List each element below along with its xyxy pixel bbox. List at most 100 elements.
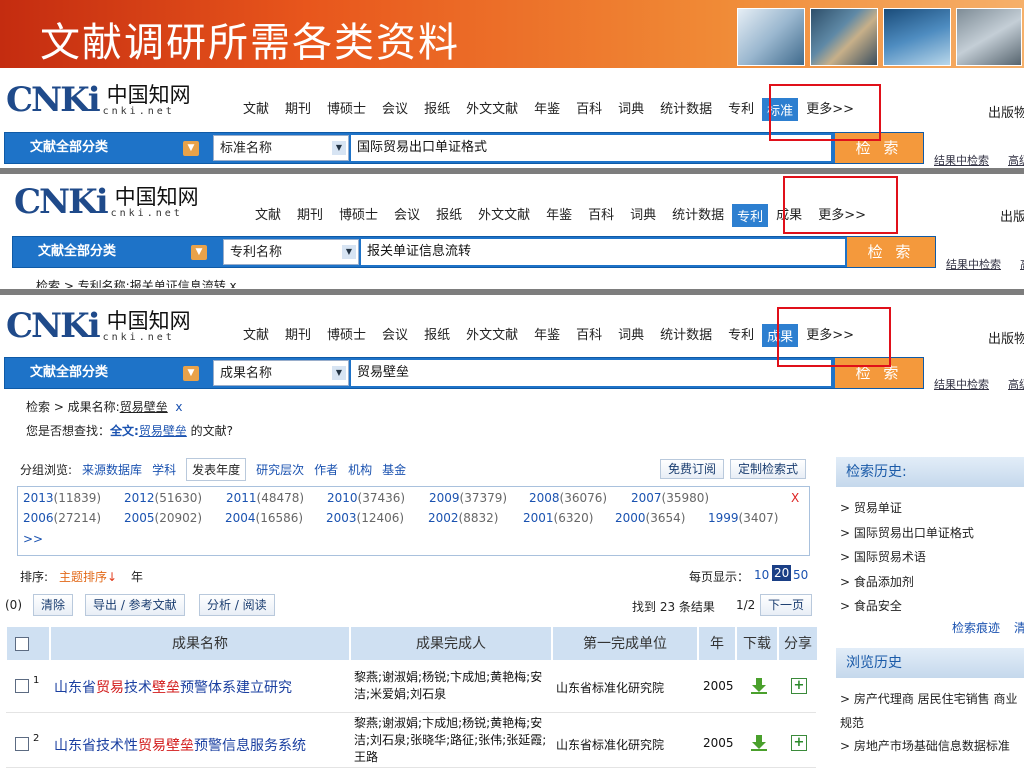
row-checkbox[interactable] bbox=[15, 679, 29, 693]
per-page-50[interactable]: 50 bbox=[793, 568, 808, 582]
row-title-link[interactable]: 山东省技术性贸易壁垒预警信息服务系统 bbox=[54, 735, 306, 755]
nav-item[interactable]: 专利 bbox=[720, 324, 762, 347]
nav-item[interactable]: 统计数据 bbox=[664, 204, 732, 227]
group-tab[interactable]: 来源数据库 bbox=[82, 461, 142, 478]
nav-item[interactable]: 会议 bbox=[386, 204, 428, 227]
next-page-button[interactable]: 下一页 bbox=[760, 594, 813, 616]
nav-item[interactable]: 文献 bbox=[247, 204, 289, 227]
history-item[interactable]: > 国际贸易出口单证格式 bbox=[840, 524, 974, 541]
remove-filter-icon[interactable]: x bbox=[175, 400, 182, 414]
close-icon[interactable]: X bbox=[791, 491, 799, 505]
nav-item[interactable]: 博硕士 bbox=[319, 324, 374, 347]
group-tab[interactable]: 作者 bbox=[314, 461, 338, 478]
year-filter[interactable]: 2000(3654) bbox=[615, 511, 685, 525]
publication-link[interactable]: 出版物 bbox=[1000, 206, 1024, 225]
nav-item[interactable]: 统计数据 bbox=[652, 324, 720, 347]
share-plus-icon[interactable]: + bbox=[791, 735, 807, 751]
search-button[interactable]: 检 索 bbox=[847, 237, 935, 267]
category-select[interactable]: 文献全部分类 ▼ bbox=[5, 133, 205, 163]
sort-topic[interactable]: 主题排序↓ bbox=[59, 568, 117, 585]
nav-item[interactable]: 年鉴 bbox=[526, 98, 568, 121]
year-filter[interactable]: 2006(27214) bbox=[23, 511, 101, 525]
category-select[interactable]: 文献全部分类 ▼ bbox=[5, 358, 205, 388]
publication-link[interactable]: 出版物 bbox=[988, 328, 1024, 347]
history-item[interactable]: > 贸易单证 bbox=[840, 499, 902, 516]
per-page-20[interactable]: 20 bbox=[772, 565, 792, 581]
nav-item[interactable]: 外文文献 bbox=[458, 98, 526, 121]
year-filter[interactable]: 2004(16586) bbox=[225, 511, 303, 525]
suggest-link[interactable]: 贸易壁垒 bbox=[139, 424, 187, 438]
share-plus-icon[interactable]: + bbox=[791, 678, 807, 694]
col-year[interactable]: 年 bbox=[698, 626, 736, 661]
nav-item[interactable]: 报纸 bbox=[416, 98, 458, 121]
custom-query-button[interactable]: 定制检索式 bbox=[730, 459, 807, 479]
download-icon[interactable] bbox=[750, 677, 768, 695]
year-filter[interactable]: 2012(51630) bbox=[124, 491, 202, 505]
year-filter[interactable]: 2008(36076) bbox=[529, 491, 607, 505]
nav-item[interactable]: 报纸 bbox=[416, 324, 458, 347]
nav-item[interactable]: 会议 bbox=[374, 98, 416, 121]
category-select[interactable]: 文献全部分类 ▼ bbox=[13, 237, 213, 267]
search-within-link[interactable]: 结果中检索 bbox=[934, 152, 989, 168]
history-item[interactable]: > 食品添加剂 bbox=[840, 573, 914, 590]
nav-item[interactable]: 报纸 bbox=[428, 204, 470, 227]
nav-item[interactable]: 专利 bbox=[720, 98, 762, 121]
year-filter[interactable]: 2003(12406) bbox=[326, 511, 404, 525]
year-filter[interactable]: 2009(37379) bbox=[429, 491, 507, 505]
search-trace-link[interactable]: 检索痕迹 bbox=[952, 619, 1000, 636]
group-tab[interactable]: 研究层次 bbox=[256, 461, 304, 478]
more-years-link[interactable]: >> bbox=[23, 532, 43, 546]
nav-item[interactable]: 博硕士 bbox=[331, 204, 386, 227]
group-tab[interactable]: 学科 bbox=[152, 461, 176, 478]
group-tab[interactable]: 发表年度 bbox=[186, 458, 247, 481]
field-select[interactable]: 专利名称 ▼ bbox=[223, 239, 359, 265]
nav-item[interactable]: 百科 bbox=[568, 98, 610, 121]
download-icon[interactable] bbox=[750, 734, 768, 752]
browse-item[interactable]: > 房产代理商 居民住宅销售 商业 bbox=[840, 690, 1018, 707]
history-item[interactable]: > 食品安全 bbox=[840, 597, 902, 614]
year-filter[interactable]: 2010(37436) bbox=[327, 491, 405, 505]
nav-item[interactable]: 会议 bbox=[374, 324, 416, 347]
nav-item[interactable]: 百科 bbox=[580, 204, 622, 227]
year-filter[interactable]: 2013(11839) bbox=[23, 491, 101, 505]
nav-item[interactable]: 百科 bbox=[568, 324, 610, 347]
nav-item[interactable]: 外文文献 bbox=[458, 324, 526, 347]
nav-item[interactable]: 统计数据 bbox=[652, 98, 720, 121]
advanced-search-link[interactable]: 高级检索 bbox=[1008, 152, 1024, 168]
search-within-link[interactable]: 结果中检索 bbox=[934, 376, 989, 392]
col-download[interactable]: 下载 bbox=[736, 626, 778, 661]
analyze-button[interactable]: 分析 / 阅读 bbox=[199, 594, 275, 616]
nav-item[interactable]: 词典 bbox=[610, 98, 652, 121]
history-item[interactable]: > 国际贸易术语 bbox=[840, 548, 926, 565]
clear-button[interactable]: 清除 bbox=[33, 594, 74, 616]
per-page-10[interactable]: 10 bbox=[754, 568, 769, 582]
year-filter[interactable]: 1999(3407) bbox=[708, 511, 778, 525]
col-title[interactable]: 成果名称 bbox=[50, 626, 350, 661]
nav-item[interactable]: 期刊 bbox=[277, 98, 319, 121]
browse-item[interactable]: > 房地产市场基础信息数据标准 bbox=[840, 737, 1010, 754]
export-button[interactable]: 导出 / 参考文献 bbox=[85, 594, 185, 616]
select-all-checkbox[interactable] bbox=[15, 637, 29, 651]
nav-item[interactable]: 文献 bbox=[235, 98, 277, 121]
nav-item[interactable]: 文献 bbox=[235, 324, 277, 347]
nav-item[interactable]: 年鉴 bbox=[538, 204, 580, 227]
free-subscribe-button[interactable]: 免费订阅 bbox=[660, 459, 725, 479]
nav-item[interactable]: 期刊 bbox=[289, 204, 331, 227]
publication-link[interactable]: 出版物 bbox=[988, 102, 1024, 121]
year-filter[interactable]: 2002(8832) bbox=[428, 511, 498, 525]
browse-item[interactable]: 规范 bbox=[840, 714, 864, 731]
row-checkbox[interactable] bbox=[15, 737, 29, 751]
search-input[interactable]: 报关单证信息流转 bbox=[361, 239, 845, 265]
year-filter[interactable]: 2005(20902) bbox=[124, 511, 202, 525]
year-filter[interactable]: 2001(6320) bbox=[523, 511, 593, 525]
sort-year[interactable]: 年 bbox=[131, 568, 143, 585]
year-filter[interactable]: 2011(48478) bbox=[226, 491, 304, 505]
nav-item[interactable]: 期刊 bbox=[277, 324, 319, 347]
nav-item[interactable]: 词典 bbox=[610, 324, 652, 347]
nav-item[interactable]: 年鉴 bbox=[526, 324, 568, 347]
search-input[interactable]: 国际贸易出口单证格式 bbox=[351, 135, 831, 161]
search-within-link[interactable]: 结果中检索 bbox=[946, 256, 1001, 272]
nav-item[interactable]: 外文文献 bbox=[470, 204, 538, 227]
nav-item[interactable]: 词典 bbox=[622, 204, 664, 227]
group-tab[interactable]: 机构 bbox=[348, 461, 372, 478]
